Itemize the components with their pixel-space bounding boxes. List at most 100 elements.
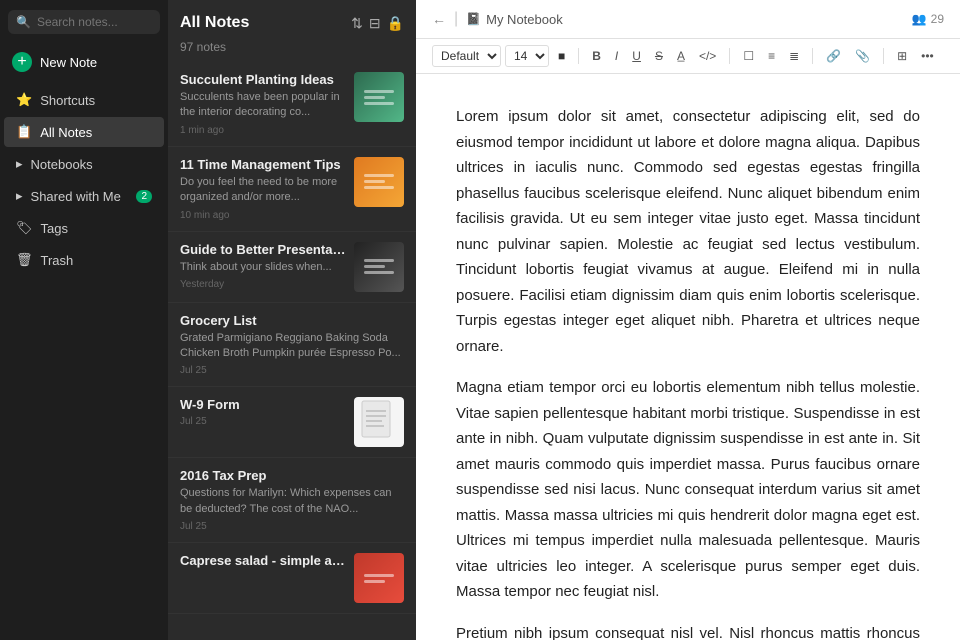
search-icon: 🔍 xyxy=(16,15,31,29)
tags-icon: 🏷 xyxy=(16,220,33,236)
list-header: All Notes ⇅ ⊟ 🔒 xyxy=(168,0,416,40)
checkbox-button[interactable]: ☐ xyxy=(738,47,759,65)
topbar-divider: | xyxy=(454,10,458,28)
share-number: 29 xyxy=(931,12,944,26)
bold-button[interactable]: B xyxy=(587,47,606,65)
note-text: Succulent Planting Ideas Succulents have… xyxy=(180,72,346,136)
note-date: 10 min ago xyxy=(180,210,346,221)
toolbar: Default 14 ■ B I U S A̲ </> ☐ ≡ ≣ 🔗 📎 ⊞ … xyxy=(416,39,960,74)
underline-button[interactable]: U xyxy=(627,47,646,65)
content-paragraph-1: Lorem ipsum dolor sit amet, consectetur … xyxy=(456,104,920,359)
list-title: All Notes xyxy=(180,14,249,32)
list-item[interactable]: Caprese salad - simple and xyxy=(168,543,416,614)
sidebar-item-label: Shared with Me xyxy=(31,189,121,204)
view-icon[interactable]: ⊟ xyxy=(369,15,381,32)
note-thumbnail xyxy=(354,553,404,603)
sidebar-item-label: All Notes xyxy=(40,125,92,140)
search-input[interactable] xyxy=(37,15,168,29)
note-title: W-9 Form xyxy=(180,397,346,412)
note-text: 11 Time Management Tips Do you feel the … xyxy=(180,157,346,221)
shortcuts-icon: ⭐ xyxy=(16,92,32,108)
list-item[interactable]: 2016 Tax Prep Questions for Marilyn: Whi… xyxy=(168,458,416,543)
note-title: 2016 Tax Prep xyxy=(180,468,404,483)
strikethrough-button[interactable]: S xyxy=(650,47,668,65)
note-title: 11 Time Management Tips xyxy=(180,157,346,172)
notebook-name[interactable]: 📓 My Notebook xyxy=(466,12,563,27)
editor: ← | 📓 My Notebook 👥 29 Default 14 ■ B I … xyxy=(416,0,960,640)
list-item[interactable]: Grocery List Grated Parmigiano Reggiano … xyxy=(168,303,416,388)
more-button[interactable]: ••• xyxy=(916,47,939,65)
note-title: Succulent Planting Ideas xyxy=(180,72,346,87)
sidebar-item-all-notes[interactable]: 📋 All Notes xyxy=(4,117,164,147)
sidebar-item-notebooks[interactable]: ▸ Notebooks xyxy=(4,149,164,179)
toolbar-separator xyxy=(729,48,730,64)
italic-button[interactable]: I xyxy=(610,47,623,65)
ordered-list-button[interactable]: ≣ xyxy=(784,47,804,65)
shared-badge: 2 xyxy=(136,190,152,203)
all-notes-icon: 📋 xyxy=(16,124,32,140)
lock-icon[interactable]: 🔒 xyxy=(387,15,404,32)
list-item[interactable]: W-9 Form Jul 25 xyxy=(168,387,416,458)
shared-icon: ▸ xyxy=(16,188,23,204)
note-preview: Grated Parmigiano Reggiano Baking Soda C… xyxy=(180,331,404,362)
toolbar-separator xyxy=(812,48,813,64)
unordered-list-button[interactable]: ≡ xyxy=(763,47,780,65)
notebook-name-label: My Notebook xyxy=(486,12,563,27)
note-preview: Do you feel the need to be more organize… xyxy=(180,175,346,206)
editor-content[interactable]: Lorem ipsum dolor sit amet, consectetur … xyxy=(416,74,960,640)
table-button[interactable]: ⊞ xyxy=(892,47,912,65)
note-thumbnail xyxy=(354,157,404,207)
share-count[interactable]: 👥 29 xyxy=(912,12,944,26)
notebook-icon: 📓 xyxy=(466,12,481,26)
sidebar-item-shortcuts[interactable]: ⭐ Shortcuts xyxy=(4,85,164,115)
sidebar: 🔍 + New Note ⭐ Shortcuts 📋 All Notes ▸ N… xyxy=(0,0,168,640)
sidebar-item-label: Trash xyxy=(41,253,74,268)
note-text: Caprese salad - simple and xyxy=(180,553,346,571)
list-item[interactable]: Succulent Planting Ideas Succulents have… xyxy=(168,62,416,147)
note-text: Guide to Better Presentations for your B… xyxy=(180,242,346,290)
toolbar-separator xyxy=(578,48,579,64)
code-button[interactable]: </> xyxy=(694,47,721,65)
notebooks-icon: ▸ xyxy=(16,156,23,172)
notes-scroll[interactable]: Succulent Planting Ideas Succulents have… xyxy=(168,62,416,640)
toolbar-separator xyxy=(883,48,884,64)
color-swatch-button[interactable]: ■ xyxy=(553,47,570,65)
note-date: Jul 25 xyxy=(180,365,404,376)
editor-topbar: ← | 📓 My Notebook 👥 29 xyxy=(416,0,960,39)
note-date: Yesterday xyxy=(180,279,346,290)
content-paragraph-2: Magna etiam tempor orci eu lobortis elem… xyxy=(456,375,920,605)
note-date: 1 min ago xyxy=(180,125,346,136)
list-item[interactable]: 11 Time Management Tips Do you feel the … xyxy=(168,147,416,232)
new-note-button[interactable]: + New Note xyxy=(0,44,168,80)
plus-icon: + xyxy=(12,52,32,72)
sidebar-item-label: Notebooks xyxy=(31,157,93,172)
content-paragraph-3: Pretium nibh ipsum consequat nisl vel. N… xyxy=(456,621,920,640)
attachment-button[interactable]: 📎 xyxy=(850,47,875,65)
list-item[interactable]: Guide to Better Presentations for your B… xyxy=(168,232,416,303)
note-date: Jul 25 xyxy=(180,521,404,532)
note-preview: Questions for Marilyn: Which expenses ca… xyxy=(180,486,404,517)
highlight-button[interactable]: A̲ xyxy=(672,47,690,65)
back-icon[interactable]: ← xyxy=(432,11,446,27)
note-thumbnail xyxy=(354,72,404,122)
note-date: Jul 25 xyxy=(180,416,346,427)
note-text: 2016 Tax Prep Questions for Marilyn: Whi… xyxy=(180,468,404,532)
note-title: Caprese salad - simple and xyxy=(180,553,346,568)
notes-list: All Notes ⇅ ⊟ 🔒 97 notes Succulent Plant… xyxy=(168,0,416,640)
list-actions: ⇅ ⊟ 🔒 xyxy=(351,15,404,32)
note-title: Grocery List xyxy=(180,313,404,328)
sidebar-item-label: Tags xyxy=(41,221,68,236)
share-icon: 👥 xyxy=(912,12,927,26)
font-size-select[interactable]: 14 xyxy=(505,45,549,67)
sidebar-item-shared[interactable]: ▸ Shared with Me 2 xyxy=(4,181,164,211)
trash-icon: 🗑 xyxy=(16,252,33,268)
search-bar[interactable]: 🔍 xyxy=(8,10,160,34)
sort-icon[interactable]: ⇅ xyxy=(351,15,363,32)
note-thumbnail xyxy=(354,397,404,447)
sidebar-item-trash[interactable]: 🗑 Trash xyxy=(4,245,164,275)
note-title: Guide to Better Presentations for your B… xyxy=(180,242,346,257)
font-style-select[interactable]: Default xyxy=(432,45,501,67)
sidebar-item-tags[interactable]: 🏷 Tags xyxy=(4,213,164,243)
link-button[interactable]: 🔗 xyxy=(821,47,846,65)
note-thumbnail xyxy=(354,242,404,292)
